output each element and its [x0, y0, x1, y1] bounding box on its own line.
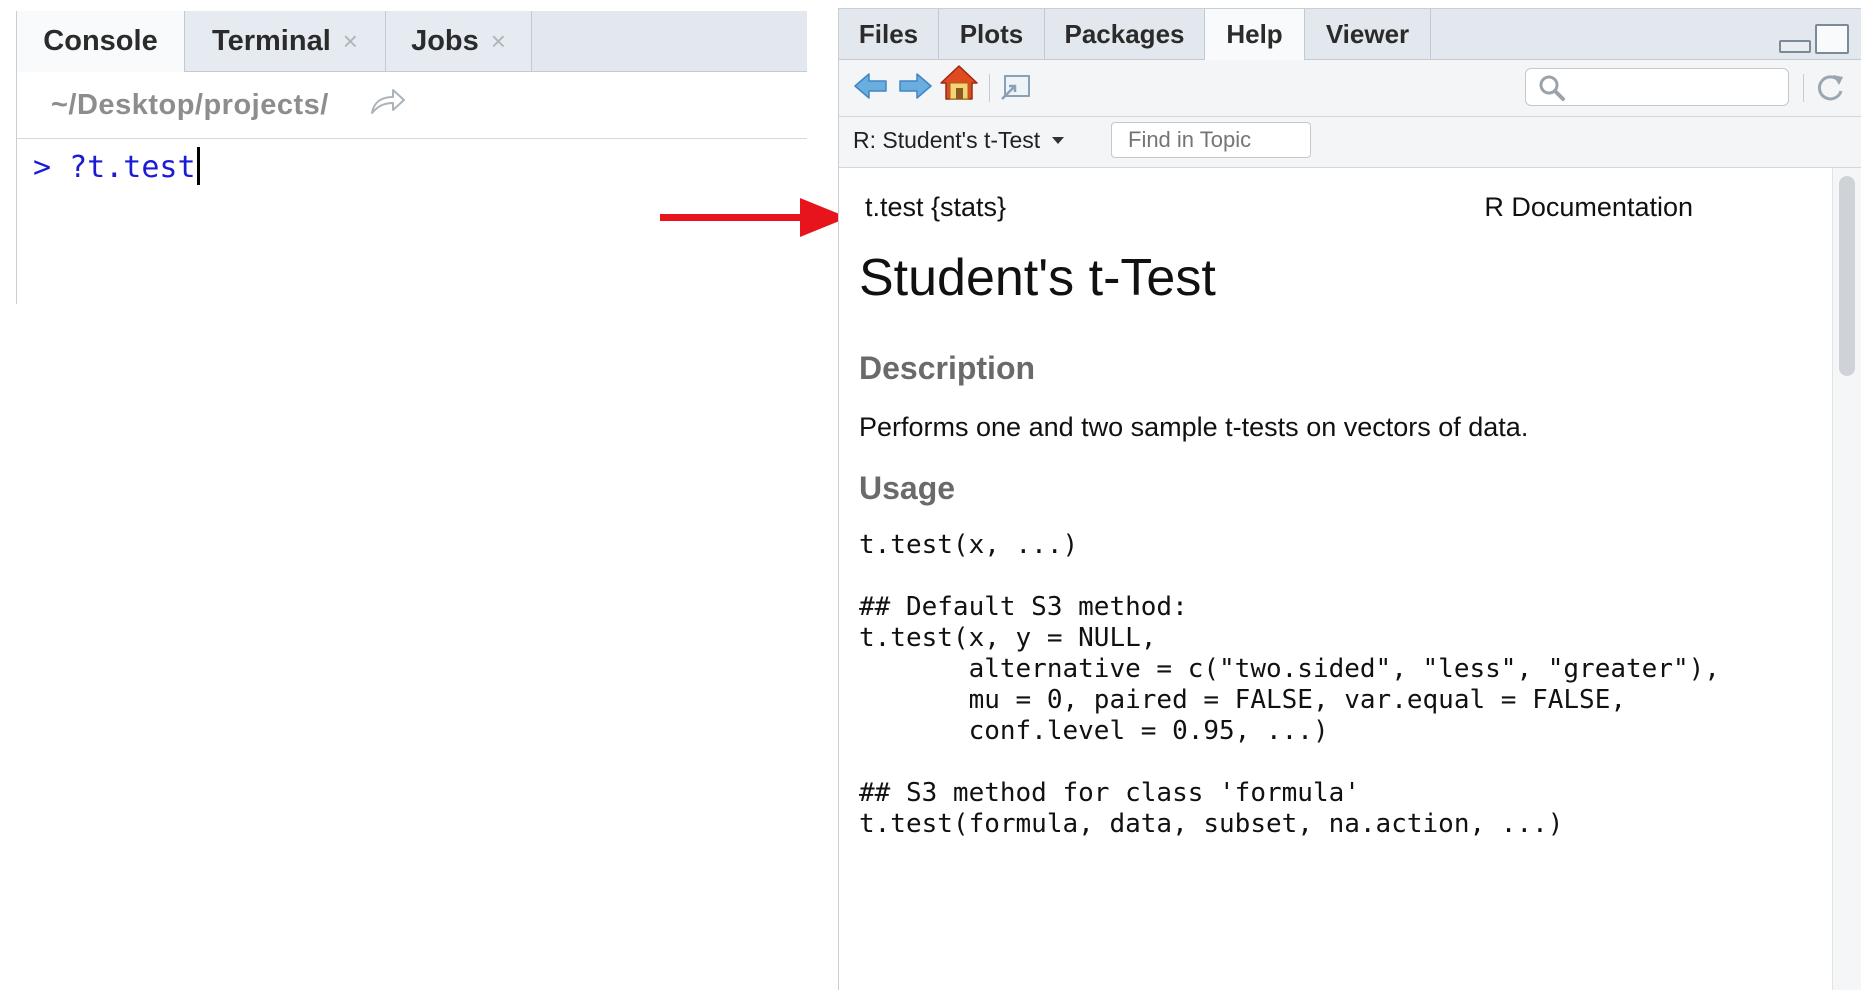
tab-packages-label: Packages [1064, 18, 1185, 49]
console-pane: Console Terminal × Jobs × ~/Desktop/proj… [16, 11, 807, 304]
tab-jobs-label: Jobs [411, 24, 479, 57]
forward-arrow-icon[interactable] [897, 70, 933, 102]
search-icon [1539, 75, 1565, 101]
tab-console[interactable]: Console [17, 11, 185, 72]
tab-plots[interactable]: Plots [939, 9, 1045, 59]
toolbar-divider [989, 74, 990, 102]
tab-terminal-label: Terminal [212, 24, 331, 57]
help-pane: Files Plots Packages Help Viewer R: Stud… [838, 8, 1861, 990]
topic-select-value: R: Student's t-Test [853, 127, 1041, 153]
close-icon[interactable]: × [491, 26, 506, 57]
go-to-directory-icon[interactable] [369, 85, 407, 119]
help-topic-bar: R: Student's t-Test [839, 117, 1861, 168]
tab-viewer-label: Viewer [1325, 18, 1410, 49]
doc-source-label: R Documentation [1484, 192, 1693, 222]
tab-help[interactable]: Help [1205, 9, 1305, 60]
help-search-input[interactable] [1525, 68, 1789, 106]
back-arrow-icon[interactable] [853, 70, 889, 102]
red-arrow-icon [660, 198, 848, 237]
find-in-topic-input[interactable] [1111, 122, 1311, 158]
working-directory-bar: ~/Desktop/projects/ [17, 72, 807, 139]
text-cursor [196, 147, 200, 185]
working-directory-path[interactable]: ~/Desktop/projects/ [51, 89, 329, 122]
scrollbar-thumb[interactable] [1839, 176, 1855, 376]
help-toolbar [839, 60, 1861, 117]
tab-files[interactable]: Files [839, 9, 939, 59]
toolbar-divider [1803, 74, 1804, 102]
tab-terminal[interactable]: Terminal × [185, 11, 386, 71]
help-document: t.test {stats} R Documentation Student's… [839, 168, 1861, 990]
refresh-icon[interactable] [1815, 71, 1845, 103]
help-tab-bar: Files Plots Packages Help Viewer [839, 9, 1861, 60]
description-text: Performs one and two sample t-tests on v… [859, 412, 1529, 442]
console-tab-bar: Console Terminal × Jobs × [17, 11, 807, 72]
usage-heading: Usage [859, 470, 956, 506]
tab-help-label: Help [1226, 19, 1283, 49]
minimize-pane-icon[interactable] [1779, 40, 1811, 53]
tab-jobs[interactable]: Jobs × [386, 11, 532, 71]
usage-code: t.test(x, ...) ## Default S3 method: t.t… [859, 530, 1720, 839]
tab-console-label: Console [43, 25, 158, 57]
home-icon[interactable] [939, 64, 979, 102]
scrollbar[interactable] [1832, 168, 1861, 990]
tab-packages[interactable]: Packages [1045, 9, 1205, 59]
tab-files-label: Files [858, 18, 919, 49]
maximize-pane-icon[interactable] [1815, 24, 1849, 54]
console-command: > ?t.test [33, 150, 196, 185]
chevron-down-icon [1052, 137, 1065, 144]
close-icon[interactable]: × [343, 26, 358, 57]
doc-package-label: t.test {stats} [865, 192, 1007, 222]
topic-select[interactable]: R: Student's t-Test [853, 127, 1065, 154]
tab-viewer[interactable]: Viewer [1305, 9, 1431, 59]
tab-plots-label: Plots [959, 18, 1024, 49]
popout-icon[interactable] [999, 72, 1033, 102]
description-heading: Description [859, 350, 1036, 386]
page-title: Student's t-Test [859, 249, 1216, 307]
console-prompt[interactable]: > ?t.test [33, 147, 200, 185]
